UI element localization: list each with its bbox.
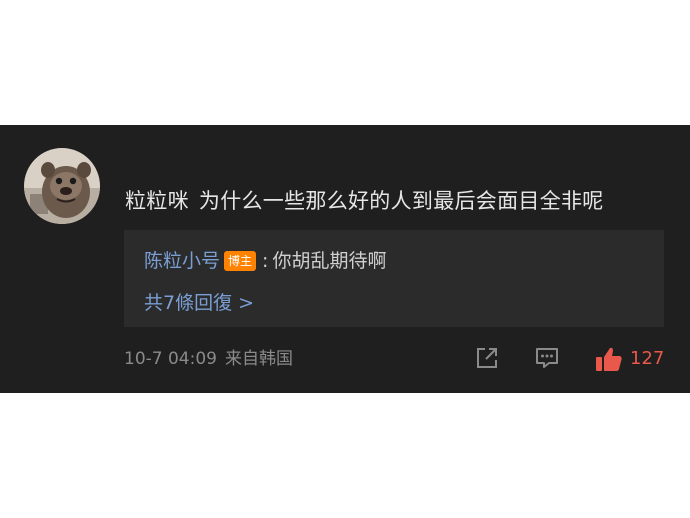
reply-preview-row: 陈粒小号 博主: 你胡乱期待啊 <box>144 248 386 274</box>
avatar[interactable] <box>24 148 100 224</box>
thumbs-up-icon <box>596 347 622 371</box>
comment-time: 10-7 04:09 <box>124 349 217 369</box>
comment-button[interactable] <box>534 345 560 375</box>
comment-text-line: 粒粒咪 为什么一些那么好的人到最后会面目全非呢 <box>125 187 604 215</box>
like-count: 127 <box>630 348 665 369</box>
comment-username[interactable]: 粒粒咪 <box>125 189 189 213</box>
comment-location: 来自韩国 <box>224 349 293 369</box>
reply-text: 你胡乱期待啊 <box>272 250 387 272</box>
share-icon <box>477 348 497 368</box>
share-button[interactable] <box>474 345 500 375</box>
comment-meta: 10-7 04:09 来自韩国 <box>124 347 293 371</box>
avatar-image <box>24 148 100 224</box>
view-all-replies-link[interactable]: 共7條回復 > <box>144 290 254 316</box>
like-button[interactable]: 127 <box>594 345 664 377</box>
reply-preview-box[interactable]: 陈粒小号 博主: 你胡乱期待啊 共7條回復 > <box>124 230 664 327</box>
reply-username[interactable]: 陈粒小号 <box>144 250 220 272</box>
author-badge: 博主 <box>224 251 257 271</box>
reply-separator: : <box>262 250 269 272</box>
comment-icon <box>536 348 558 368</box>
comment-card: 粒粒咪 为什么一些那么好的人到最后会面目全非呢 陈粒小号 博主: 你胡乱期待啊 共7條… <box>0 125 690 393</box>
comment-body: 为什么一些那么好的人到最后会面目全非呢 <box>198 189 604 213</box>
